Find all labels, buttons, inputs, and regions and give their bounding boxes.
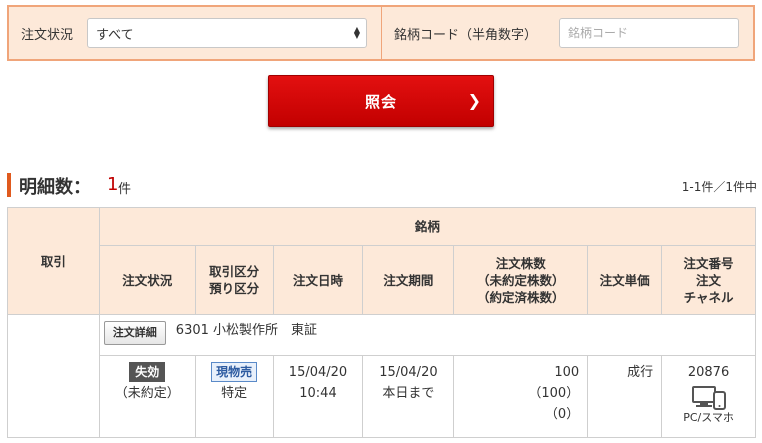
- code-filter-label: 銘柄コード（半角数字）: [394, 27, 538, 43]
- unfilled-qty: （100）: [528, 386, 580, 401]
- header-no-line1: 注文番号: [683, 255, 734, 271]
- header-no-line3: チャネル: [683, 289, 734, 305]
- order-detail-button[interactable]: 注文詳細: [103, 321, 166, 345]
- result-count-unit: 件: [118, 182, 132, 197]
- heading-accent-bar: [7, 173, 11, 197]
- status-filter-cell: 注文状況 すべて ▲ ▼: [9, 7, 382, 59]
- status-select-value: すべて: [96, 27, 134, 43]
- header-quantity: 注文株数 （未約定株数） （約定済株数）: [453, 245, 589, 315]
- select-arrows-icon: ▲ ▼: [353, 25, 361, 40]
- header-qty-line3: （約定済株数）: [477, 289, 565, 305]
- header-period: 注文期間: [362, 245, 455, 315]
- order-datetime-cell: 15/04/20 10:44: [272, 355, 364, 438]
- result-count-title: 明細数：: [19, 177, 91, 198]
- order-time: 10:44: [299, 386, 337, 401]
- header-no-line2: 注文: [696, 272, 722, 288]
- header-qty-line2: （未約定株数）: [477, 272, 565, 288]
- period-cell: 15/04/20 本日まで: [362, 355, 455, 438]
- table-subheader-row: 注文状況 取引区分 預り区分 注文日時 注文期間 注文株数 （未約定株数） （約…: [8, 245, 756, 315]
- stock-name: 6301 小松製作所 東証: [175, 323, 318, 338]
- search-button-label: 照会: [364, 92, 397, 111]
- pagination-info: 1-1件／1件中: [681, 180, 757, 194]
- header-type-line1: 取引区分: [209, 264, 260, 279]
- header-order-datetime: 注文日時: [272, 245, 364, 315]
- order-qty: 100: [554, 365, 580, 380]
- header-price: 注文単価: [587, 245, 663, 315]
- period-text: 本日まで: [382, 386, 435, 401]
- period-date: 15/04/20: [379, 365, 438, 380]
- header-order-no: 注文番号 注文 チャネル: [661, 245, 756, 315]
- pc-smartphone-icon: [691, 386, 726, 410]
- result-summary: 明細数： 1 件 1-1件／1件中: [7, 170, 757, 200]
- order-date: 15/04/20: [288, 365, 348, 380]
- order-no-cell: 20876 PC/スマホ: [661, 355, 756, 438]
- result-count: 1: [107, 174, 119, 195]
- header-qty-line1: 注文株数: [495, 255, 546, 271]
- code-input[interactable]: [559, 18, 740, 48]
- type-badge: 現物売: [211, 362, 258, 382]
- quantity-cell: 100 （100） （0）: [453, 355, 589, 438]
- status-filter-label: 注文状況: [21, 27, 74, 43]
- header-type-line2: 預り区分: [209, 281, 260, 296]
- price-cell: 成行: [587, 355, 663, 438]
- code-filter-cell: 銘柄コード（半角数字）: [382, 7, 753, 59]
- account-type: 特定: [221, 386, 248, 401]
- table-row: 失効 （未約定） 現物売 特定 15/04/20 10:44 15/04/20 …: [8, 355, 756, 438]
- channel-label: PC/スマホ: [683, 411, 734, 424]
- filled-qty: （0）: [544, 407, 580, 422]
- order-price: 成行: [627, 365, 654, 380]
- status-badge: 失効: [129, 362, 166, 382]
- header-type: 取引区分 預り区分: [194, 245, 274, 315]
- type-cell: 現物売 特定: [194, 355, 274, 438]
- status-select[interactable]: すべて ▲ ▼: [87, 18, 368, 48]
- search-button[interactable]: 照会 ❯: [268, 75, 494, 127]
- table-row: 注文詳細 6301 小松製作所 東証: [7, 314, 757, 438]
- transaction-cell: [7, 314, 100, 438]
- orders-table: 取引 銘柄 注文状況 取引区分 預り区分 注文日時 注文期間 注文株数 （未約定…: [7, 207, 757, 438]
- header-transaction: 取引: [7, 207, 100, 315]
- order-status-cell: 失効 （未約定）: [98, 355, 196, 438]
- filter-bar: 注文状況 すべて ▲ ▼ 銘柄コード（半角数字）: [7, 5, 755, 61]
- header-stock: 銘柄: [98, 207, 757, 246]
- chevron-right-icon: ❯: [467, 91, 481, 110]
- header-order-status: 注文状況: [98, 245, 196, 315]
- table-header-row: 取引 銘柄: [7, 207, 757, 315]
- order-number: 20876: [687, 365, 730, 380]
- status-sub: （未約定）: [114, 386, 180, 401]
- stock-cell: 注文詳細 6301 小松製作所 東証: [98, 314, 757, 356]
